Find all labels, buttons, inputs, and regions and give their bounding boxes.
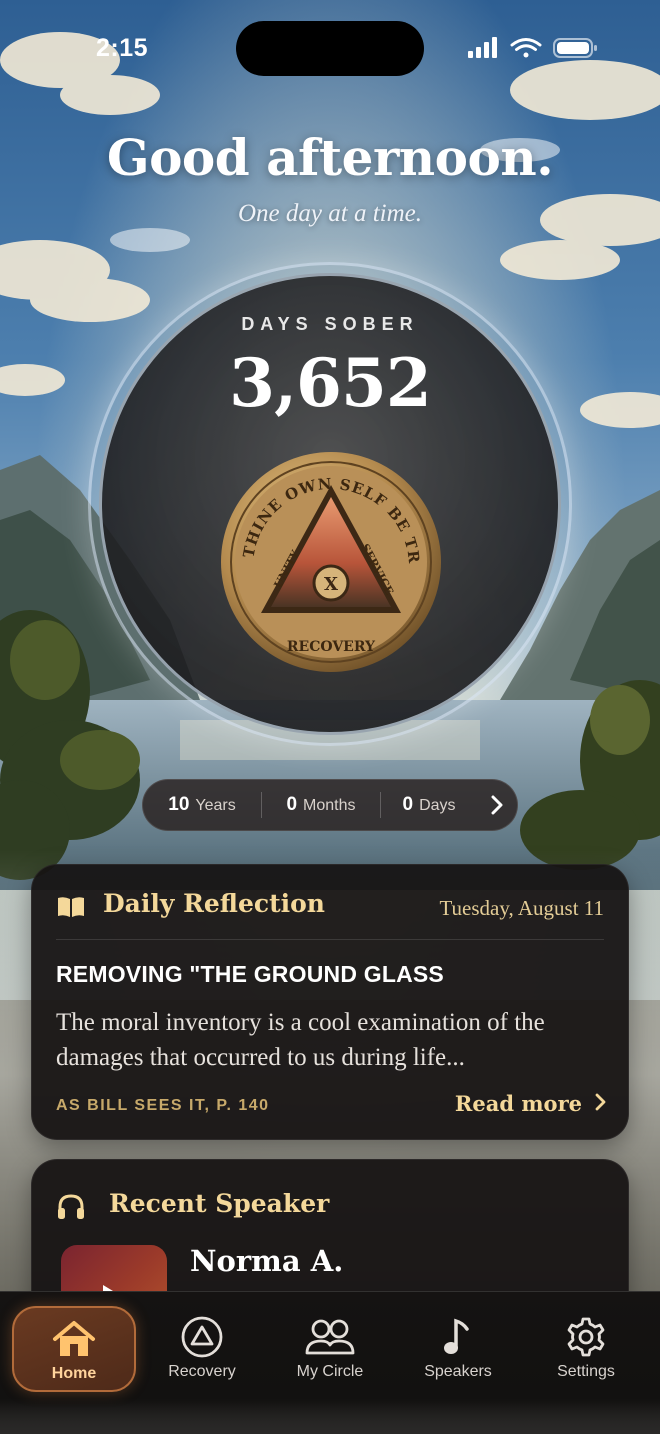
book-icon [56,895,86,924]
tab-label: Speakers [424,1363,492,1380]
divider [56,939,604,940]
days-sober-count: 3,652 [229,344,432,422]
sobriety-duration[interactable]: 10 Years 0 Months 0 Days [142,779,518,831]
reflection-excerpt: The moral inventory is a cool examinatio… [56,1009,545,1071]
dynamic-island [236,21,424,76]
cellular-signal-icon [468,37,497,58]
years-unit: Years [195,797,236,814]
tab-label: Settings [557,1363,615,1380]
chevron-right-icon[interactable] [477,795,517,815]
tab-label: Home [51,1365,97,1382]
read-more-link[interactable]: Read more [455,1091,606,1116]
people-icon [304,1314,356,1360]
duration-months: 0 Months [262,794,380,816]
sobriety-counter[interactable]: DAYS SOBER 3,652 TO THINE OWN [99,273,561,735]
years-value: 10 [168,794,190,815]
tab-speakers[interactable]: Speakers [396,1306,520,1392]
duration-years: 10 Years [143,794,261,816]
status-time: 2:15 [96,34,149,62]
reflection-heading: REMOVING "THE GROUND GLASS [56,961,444,987]
duration-days: 0 Days [381,794,477,816]
card-title: Daily Reflection [103,889,325,918]
status-icons [468,36,600,60]
daily-reflection-card[interactable]: Daily Reflection Tuesday, August 11 REMO… [31,864,629,1140]
tab-settings[interactable]: Settings [524,1306,648,1392]
speaker-name: Norma A. [190,1244,344,1278]
months-unit: Months [303,797,356,814]
read-more-label: Read more [454,1091,582,1116]
tab-my-circle[interactable]: My Circle [268,1306,392,1392]
tab-bar: Home Recovery My Circle Speakers Setting… [0,1291,660,1434]
months-value: 0 [286,794,298,815]
music-note-icon [443,1314,473,1360]
days-value: 0 [402,794,414,815]
wifi-icon [510,38,542,58]
tab-recovery[interactable]: Recovery [140,1306,264,1392]
tab-home[interactable]: Home [12,1306,136,1392]
greeting-title: Good afternoon. [106,128,554,187]
card-title: Recent Speaker [109,1189,330,1218]
counter-label: DAYS SOBER [241,314,419,334]
home-icon [51,1316,97,1362]
days-unit: Days [419,797,456,814]
headphones-icon [56,1193,86,1226]
recovery-medallion: TO THINE OWN SELF BE TRUE X UNITY SERVIC… [211,435,444,675]
home-indicator-area [0,1402,660,1434]
chevron-right-icon [594,1091,606,1116]
medallion-bottom: RECOVERY [287,639,376,655]
medallion-center: X [324,574,338,595]
reflection-date: Tuesday, August 11 [439,896,604,920]
battery-icon [553,38,597,58]
tab-label: My Circle [296,1363,364,1380]
reflection-source: AS BILL SEES IT, P. 140 [56,1097,270,1114]
gear-icon [565,1314,607,1360]
tab-label: Recovery [168,1363,236,1380]
triangle-circle-icon [180,1314,224,1360]
greeting-tagline: One day at a time. [238,200,422,227]
